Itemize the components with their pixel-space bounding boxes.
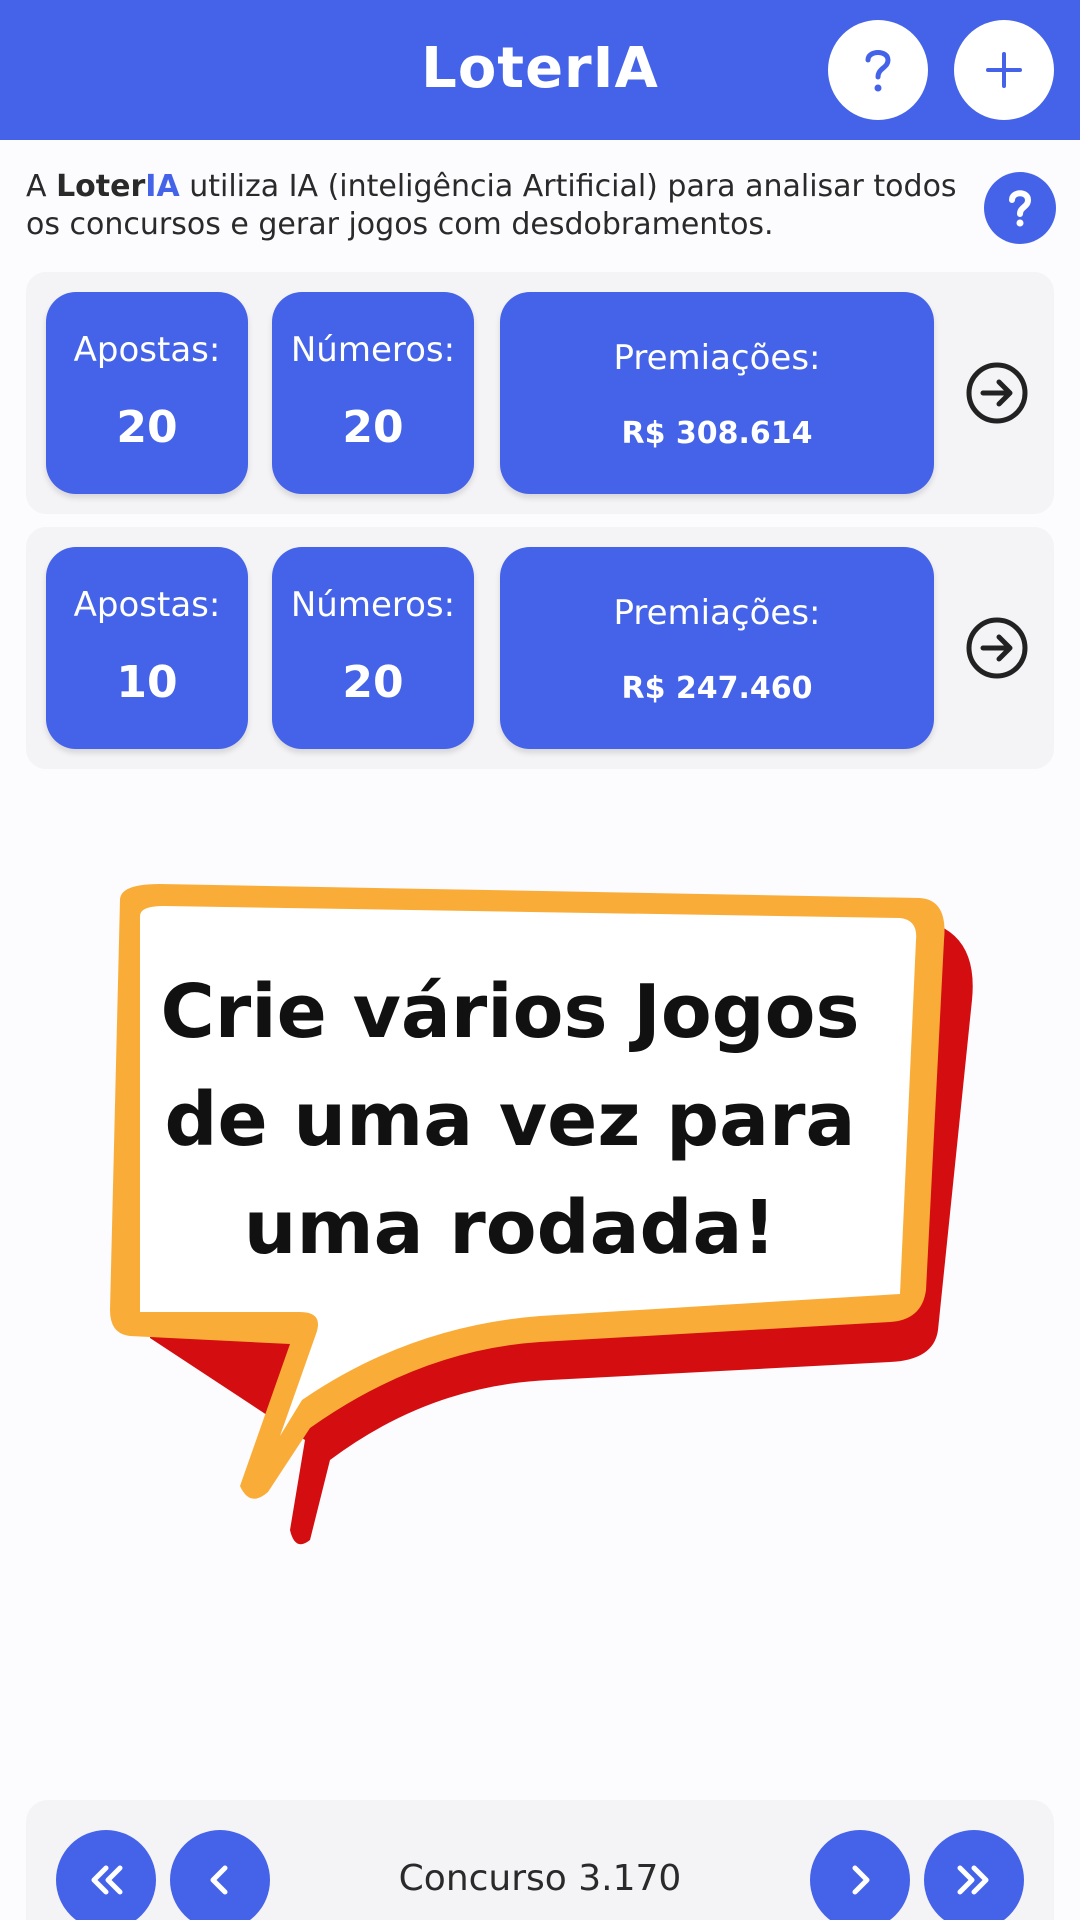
apostas-label: Apostas:: [73, 585, 221, 625]
open-game-button[interactable]: [964, 360, 1030, 426]
numeros-value: 20: [342, 402, 404, 453]
add-button[interactable]: [954, 20, 1054, 120]
double-chevron-right-icon: [957, 1865, 989, 1895]
premiacoes-label: Premiações:: [613, 593, 821, 633]
apostas-tile: Apostas: 20: [46, 292, 248, 494]
premiacoes-tile: Premiações: R$ 308.614: [500, 292, 934, 494]
arrow-right-circle-icon: [966, 362, 1028, 424]
game-card[interactable]: Apostas: 20 Números: 20 Premiações: R$ 3…: [26, 272, 1054, 514]
intro-brand-main: Loter: [56, 169, 146, 204]
intro-help-button[interactable]: [984, 172, 1056, 244]
intro-prefix: A: [26, 169, 57, 204]
chevron-right-icon: [852, 1865, 870, 1895]
numeros-value: 20: [342, 657, 404, 708]
question-mark-icon: [1009, 190, 1032, 227]
premiacoes-tile: Premiações: R$ 247.460: [500, 547, 934, 749]
premiacoes-value: R$ 247.460: [621, 671, 813, 706]
intro-text: A LoterIA utiliza IA (inteligência Artif…: [26, 168, 976, 244]
promo-line-2: de uma vez para: [164, 1077, 856, 1163]
numeros-label: Números:: [290, 330, 456, 370]
promo-line-3: uma rodada!: [243, 1185, 777, 1271]
premiacoes-value: R$ 308.614: [621, 416, 813, 451]
numeros-tile: Números: 20: [272, 292, 474, 494]
concurso-navigation: Concurso 3.170: [26, 1800, 1054, 1920]
apostas-tile: Apostas: 10: [46, 547, 248, 749]
apostas-value: 20: [116, 402, 178, 453]
intro-brand: LoterIA: [56, 169, 180, 204]
premiacoes-label: Premiações:: [613, 338, 821, 378]
game-card[interactable]: Apostas: 10 Números: 20 Premiações: R$ 2…: [26, 527, 1054, 769]
promo-line-1: Crie vários Jogos: [160, 969, 860, 1055]
promo-text: Crie vários Jogos de uma vez para uma ro…: [140, 958, 880, 1282]
apostas-value: 10: [116, 657, 178, 708]
apostas-label: Apostas:: [73, 330, 221, 370]
open-game-button[interactable]: [964, 615, 1030, 681]
promo-speech-bubble: Crie vários Jogos de uma vez para uma ro…: [100, 880, 980, 1560]
arrow-right-circle-icon: [966, 617, 1028, 679]
numeros-tile: Números: 20: [272, 547, 474, 749]
next-concurso-button[interactable]: [810, 1830, 910, 1920]
last-concurso-button[interactable]: [924, 1830, 1024, 1920]
intro-brand-ia: IA: [145, 169, 180, 204]
numeros-label: Números:: [290, 585, 456, 625]
help-button[interactable]: [828, 20, 928, 120]
plus-icon: [986, 52, 1022, 88]
question-mark-icon: [865, 50, 891, 92]
app-bar: LoterIA: [0, 0, 1080, 140]
